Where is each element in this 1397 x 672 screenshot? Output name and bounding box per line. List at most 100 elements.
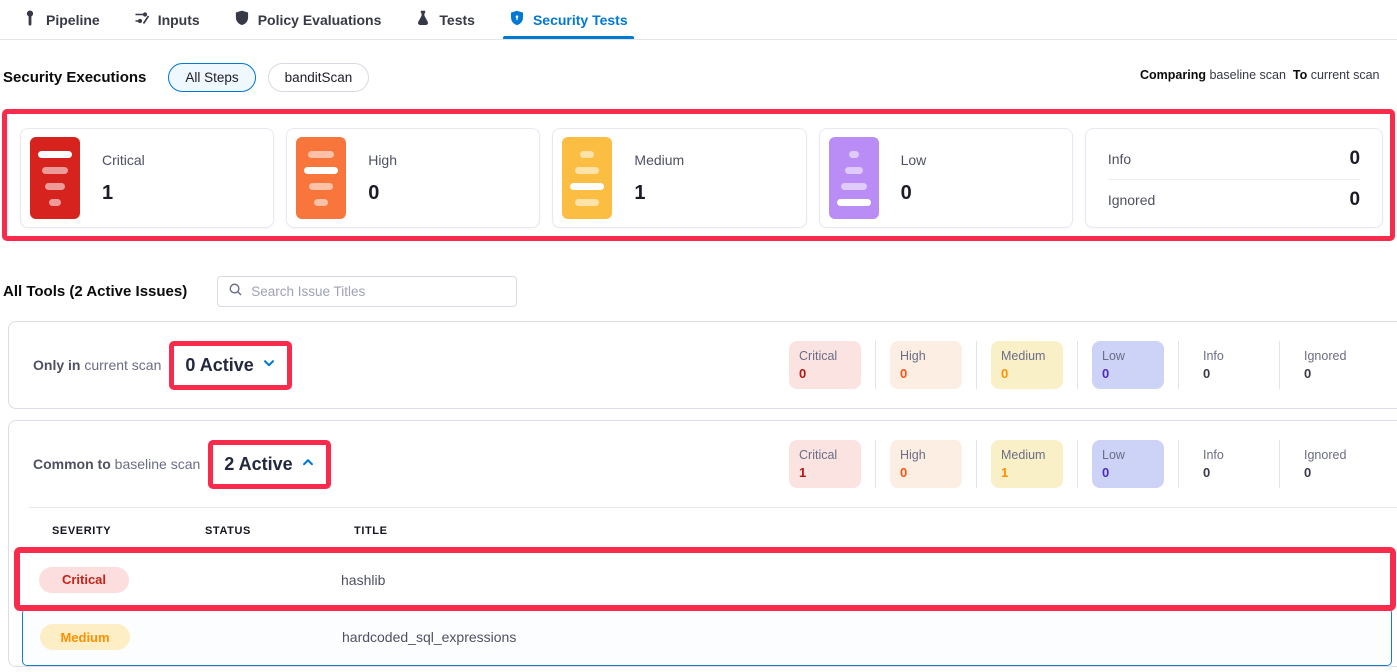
card-critical-label: Critical [102,152,145,168]
tab-inputs[interactable]: Inputs [134,0,200,39]
pipeline-icon [22,10,38,29]
card-low[interactable]: Low 0 [819,128,1073,228]
chip-divider [1077,440,1078,488]
card-medium-label: Medium [634,152,684,168]
chip-ignored: Ignored0 [1294,341,1366,389]
flask-icon [415,10,431,29]
chip-info: Info0 [1193,341,1265,389]
page-title: Security Executions [3,69,146,86]
card-low-label: Low [901,152,927,168]
severity-high-icon [296,137,346,219]
all-tools-title: All Tools (2 Active Issues) [3,283,187,300]
issues-table-body: Critical hashlib Medium hardcoded_sql_ex… [22,551,1392,666]
section-common-to-baseline: Common to baseline scan 2 Active Critica… [8,420,1397,667]
summary-cards-wrap: Critical 1 High 0 Medium 1 [0,118,1397,240]
inputs-icon [134,10,150,29]
table-row-hardcoded-sql[interactable]: Medium hardcoded_sql_expressions [22,608,1392,666]
info-label: Info [1108,151,1131,167]
only-in-current-chips: Critical0 High0 Medium0 Low0 Info0 [789,341,1366,389]
card-medium-count: 1 [634,182,684,205]
chip-medium: Medium1 [991,440,1063,488]
filter-all-steps[interactable]: All Steps [168,63,255,92]
only-in-current-active-toggle[interactable]: 0 Active [175,349,285,382]
shield-check-icon [234,10,250,29]
chevron-down-icon [262,356,276,375]
card-info-ignored[interactable]: Info 0 Ignored 0 [1085,128,1383,228]
search-input[interactable] [251,284,506,299]
chip-high: High0 [890,341,962,389]
severity-low-icon [829,137,879,219]
chip-divider [1178,341,1179,389]
card-high-label: High [368,152,397,168]
active-count-label: 0 Active [185,355,253,376]
section-only-in-current: Only in current scan 0 Active Critical0 … [8,321,1397,409]
card-high[interactable]: High 0 [286,128,540,228]
ignored-label: Ignored [1108,192,1155,208]
pipeline-tab-bar: Pipeline Inputs Policy Evaluations Tests… [0,0,1397,40]
common-to-baseline-label: Common to baseline scan [33,456,200,472]
table-row-hashlib[interactable]: Critical hashlib [22,551,1392,608]
security-shield-icon [509,10,525,29]
tab-tests-label: Tests [439,12,475,28]
chip-low: Low0 [1092,440,1164,488]
comparing-prefix: Comparing [1140,68,1206,82]
comparing-current: current scan [1311,68,1380,82]
tab-pipeline-label: Pipeline [46,12,100,28]
chip-info: Info0 [1193,440,1265,488]
chip-divider [976,341,977,389]
severity-badge-medium: Medium [40,624,130,650]
executions-header: Security Executions All Steps banditScan… [3,62,1397,92]
issue-title: hashlib [341,572,1392,588]
severity-badge-critical: Critical [39,567,129,593]
step-filter-group: All Steps banditScan [168,63,369,92]
card-medium[interactable]: Medium 1 [552,128,806,228]
chip-ignored: Ignored0 [1294,440,1366,488]
chip-high: High0 [890,440,962,488]
issue-search-box[interactable] [217,276,517,307]
tab-tests[interactable]: Tests [415,0,475,39]
tab-inputs-label: Inputs [158,12,200,28]
chip-low: Low0 [1092,341,1164,389]
chevron-up-icon [301,455,315,474]
severity-critical-icon [30,137,80,219]
common-to-baseline-active-toggle[interactable]: 2 Active [214,448,324,481]
tab-pipeline[interactable]: Pipeline [22,0,100,39]
ignored-line: Ignored 0 [1108,180,1360,220]
chip-critical: Critical0 [789,341,861,389]
severity-medium-icon [562,137,612,219]
chip-divider [976,440,977,488]
chip-divider [1178,440,1179,488]
all-tools-header: All Tools (2 Active Issues) [3,276,1397,307]
card-high-count: 0 [368,182,397,205]
tab-policy-evaluations-label: Policy Evaluations [258,12,382,28]
active-count-label: 2 Active [224,454,292,475]
issues-table-header: SEVERITY STATUS TITLE [9,508,1397,551]
tab-security-tests-label: Security Tests [533,12,628,28]
search-icon [228,282,243,302]
filter-banditscan[interactable]: banditScan [268,63,370,92]
issue-title: hardcoded_sql_expressions [342,629,1391,645]
tab-security-tests[interactable]: Security Tests [509,0,628,39]
ignored-count: 0 [1349,189,1360,211]
card-low-count: 0 [901,182,927,205]
chip-medium: Medium0 [991,341,1063,389]
comparing-baseline: baseline scan [1209,68,1285,82]
only-in-current-row: Only in current scan 0 Active Critical0 … [9,322,1397,408]
info-line: Info 0 [1108,139,1360,179]
common-to-baseline-row: Common to baseline scan 2 Active Critica… [9,421,1397,507]
security-tests-page: Pipeline Inputs Policy Evaluations Tests… [0,0,1397,672]
comparing-to: To [1293,68,1307,82]
column-title: TITLE [354,525,1397,537]
chip-divider [875,341,876,389]
summary-cards: Critical 1 High 0 Medium 1 [20,128,1383,228]
info-count: 0 [1349,148,1360,170]
chip-divider [1279,440,1280,488]
chip-divider [875,440,876,488]
common-to-baseline-chips: Critical1 High0 Medium1 Low0 Info0 [789,440,1366,488]
card-critical[interactable]: Critical 1 [20,128,274,228]
chip-divider [1279,341,1280,389]
card-critical-count: 1 [102,182,145,205]
column-status: STATUS [205,525,354,537]
tab-policy-evaluations[interactable]: Policy Evaluations [234,0,382,39]
only-in-current-label: Only in current scan [33,357,161,373]
